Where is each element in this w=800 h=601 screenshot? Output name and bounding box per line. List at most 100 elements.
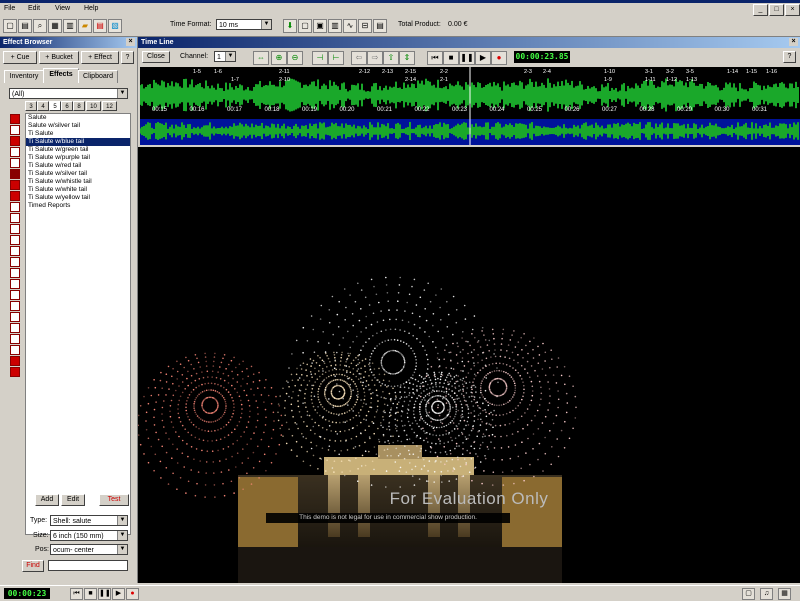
arrow-right-icon[interactable]: ⇨ [367, 51, 383, 65]
category-icon[interactable] [10, 257, 20, 267]
channel-select[interactable]: 1 ▼ [214, 51, 236, 62]
folder-icon[interactable]: ▰ [78, 19, 92, 33]
size-button-4[interactable]: 4 [37, 101, 49, 111]
fit-icon[interactable]: ⇔ [253, 51, 269, 65]
timeline-close-button[interactable]: Close [142, 51, 170, 63]
size-button-12[interactable]: 12 [102, 101, 117, 111]
find-input[interactable] [48, 560, 128, 571]
menu-help[interactable]: Help [84, 5, 98, 12]
cue-marker[interactable]: 1-9 [604, 77, 612, 83]
panel-icon[interactable]: ▥ [328, 19, 342, 33]
category-icon[interactable] [10, 158, 20, 168]
category-icon[interactable] [10, 147, 20, 157]
cue-marker[interactable]: 1-7 [231, 77, 239, 83]
cue-marker[interactable]: 1-6 [214, 69, 222, 75]
grid-icon[interactable]: ▦ [778, 588, 791, 600]
category-icon[interactable] [10, 268, 20, 278]
open-icon[interactable]: ▤ [18, 19, 32, 33]
test-button[interactable]: Test [99, 494, 129, 506]
music-icon[interactable]: ♫ [760, 588, 773, 600]
maximize-icon[interactable]: □ [769, 4, 784, 16]
close-icon[interactable]: × [789, 38, 798, 46]
tab-effects[interactable]: Effects [43, 68, 79, 83]
chart-icon[interactable]: ▧ [108, 19, 122, 33]
cue-marker[interactable]: 1-5 [193, 69, 201, 75]
tab-inventory[interactable]: Inventory [4, 70, 44, 83]
pos-select[interactable]: ocum- center ▼ [50, 544, 128, 555]
stop-icon[interactable]: ■ [84, 588, 97, 600]
category-icon[interactable] [10, 202, 20, 212]
category-icon[interactable] [10, 246, 20, 256]
category-icon[interactable] [10, 323, 20, 333]
cue-marker[interactable]: 1-14 [727, 69, 738, 75]
add-bucket-button[interactable]: + Bucket [39, 51, 79, 64]
skip-back-icon[interactable]: ⏮ [70, 588, 83, 600]
cue-marker[interactable]: 1-13 [686, 77, 697, 83]
effect-list-item[interactable]: Ti Salute w/silver tail [26, 170, 130, 178]
find-button[interactable]: Find [22, 560, 44, 572]
effect-list-item[interactable]: Ti Salute w/yellow tail [26, 194, 130, 202]
play-icon[interactable]: ▶ [475, 51, 491, 65]
marker-right-icon[interactable]: ⊢ [328, 51, 344, 65]
category-icon[interactable] [10, 180, 20, 190]
sheet-icon[interactable]: ▤ [373, 19, 387, 33]
search-icon[interactable]: ⌕ [33, 19, 47, 33]
waveform-display[interactable]: 00:15 00:16 00:17 00:18 00:19 00:20 00:21 00:22… [140, 67, 800, 145]
category-icon[interactable] [10, 356, 20, 366]
size-select[interactable]: 6 inch (150 mm) ▼ [50, 530, 128, 541]
cue-marker[interactable]: 2-14 [405, 77, 416, 83]
cue-marker[interactable]: 1-10 [604, 69, 615, 75]
close-icon[interactable]: × [126, 38, 135, 46]
record-icon[interactable]: ● [491, 51, 507, 65]
add-button[interactable]: Add [35, 494, 59, 506]
category-icon[interactable] [10, 125, 20, 135]
effect-list-item[interactable]: Salute [26, 114, 130, 122]
size-button-8[interactable]: 8 [73, 101, 85, 111]
cue-marker[interactable]: 2-10 [279, 77, 290, 83]
category-icon[interactable] [10, 290, 20, 300]
cue-marker[interactable]: 2-11 [279, 69, 290, 75]
category-icon[interactable] [10, 235, 20, 245]
clipboard-icon[interactable]: ▥ [63, 19, 77, 33]
play-icon[interactable]: ▶ [112, 588, 125, 600]
arrow-updown-icon[interactable]: ⇕ [399, 51, 415, 65]
cue-marker[interactable]: 3-2 [666, 69, 674, 75]
time-format-select[interactable]: 10 ms ▼ [216, 19, 272, 30]
cue-marker[interactable]: 2-2 [440, 69, 448, 75]
effect-list-item[interactable]: Timed Reports [26, 202, 130, 210]
menu-file[interactable]: File [4, 5, 15, 12]
skip-back-icon[interactable]: ⏮ [427, 51, 443, 65]
help-button[interactable]: ? [121, 51, 134, 64]
cue-marker[interactable]: 1-15 [746, 69, 757, 75]
report-icon[interactable]: ▤ [93, 19, 107, 33]
category-icon[interactable] [10, 312, 20, 322]
arrow-left-icon[interactable]: ⇦ [351, 51, 367, 65]
record-icon[interactable]: ● [126, 588, 139, 600]
menu-edit[interactable]: Edit [28, 5, 40, 12]
filter-select[interactable]: (All) ▼ [9, 88, 128, 99]
cue-marker[interactable]: 3-5 [686, 69, 694, 75]
cue-marker[interactable]: 2-3 [524, 69, 532, 75]
effect-list-item[interactable]: Ti Salute w/green tail [26, 146, 130, 154]
category-icon[interactable] [10, 279, 20, 289]
minimize-icon[interactable]: _ [753, 4, 768, 16]
marker-left-icon[interactable]: ⊣ [312, 51, 328, 65]
category-icon[interactable] [10, 301, 20, 311]
stop-icon[interactable]: ■ [443, 51, 459, 65]
effect-list-item[interactable]: Ti Salute w/white tail [26, 186, 130, 194]
category-icon[interactable] [10, 169, 20, 179]
cue-marker[interactable]: 2-15 [405, 69, 416, 75]
close-icon[interactable]: × [785, 4, 800, 16]
cue-marker[interactable]: 1-12 [666, 77, 677, 83]
effect-list-item[interactable]: Ti Salute w/red tail [26, 162, 130, 170]
arrow-down-icon[interactable]: ⬇ [283, 19, 297, 33]
category-icon[interactable] [10, 224, 20, 234]
add-cue-button[interactable]: + Cue [3, 51, 37, 64]
size-button-5[interactable]: 5 [49, 101, 61, 111]
cue-marker[interactable]: 2-12 [359, 69, 370, 75]
zoom-out-icon[interactable]: ⊖ [287, 51, 303, 65]
effect-list[interactable]: Salute Salute w/silver tail Ti Salute Ti Sa… [25, 113, 131, 535]
category-icon[interactable] [10, 191, 20, 201]
type-select[interactable]: Shell: salute ▼ [50, 515, 128, 526]
box-icon[interactable]: ▢ [298, 19, 312, 33]
